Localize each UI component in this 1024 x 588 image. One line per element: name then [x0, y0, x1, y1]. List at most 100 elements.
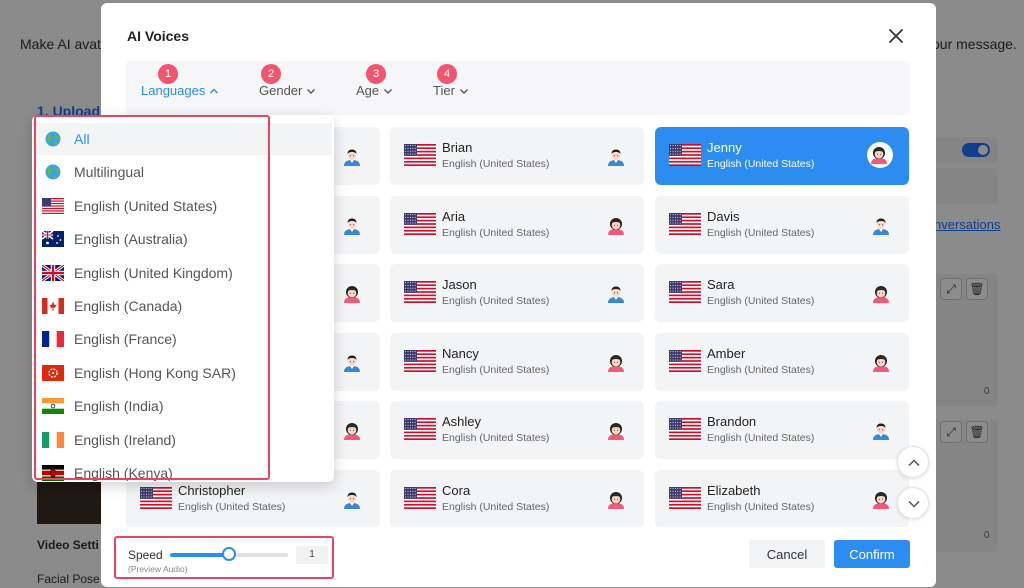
- scroll-down-button[interactable]: [897, 487, 929, 519]
- female-avatar-icon: [604, 350, 628, 374]
- flag-hk-icon: [42, 364, 64, 381]
- male-avatar-icon: [869, 418, 893, 442]
- voice-name: Jenny: [707, 140, 742, 155]
- chevron-up-icon: [908, 459, 920, 467]
- voice-card-jenny[interactable]: Jenny English (United States): [655, 127, 909, 185]
- language-option[interactable]: English (Australia): [34, 223, 332, 255]
- flag-uk-icon: [41, 263, 65, 282]
- speed-slider[interactable]: [170, 547, 288, 561]
- voice-card-aria[interactable]: Aria English (United States): [390, 196, 644, 254]
- voice-name: Sara: [707, 277, 735, 292]
- language-option-label: English (Kenya): [74, 465, 173, 481]
- voice-language: English (United States): [442, 158, 550, 170]
- female-avatar-icon: [604, 418, 628, 442]
- male-avatar-icon: [340, 144, 364, 168]
- female-avatar-icon: [604, 487, 628, 511]
- chevron-down-icon: [307, 88, 316, 94]
- speed-label: Speed: [128, 548, 163, 562]
- language-option-label: English (United States): [74, 197, 218, 214]
- flag-us-icon: [404, 487, 436, 509]
- close-icon: [889, 29, 903, 43]
- step-badge-4: 4: [437, 64, 457, 84]
- language-option[interactable]: English (India): [34, 390, 332, 422]
- voice-card-nancy[interactable]: Nancy English (United States): [390, 333, 644, 391]
- globe-icon: [42, 164, 64, 180]
- step-badge-3: 3: [366, 64, 386, 84]
- step-badge-2: 2: [261, 64, 281, 84]
- close-button[interactable]: [885, 25, 907, 47]
- filter-gender[interactable]: Gender: [259, 83, 316, 98]
- flag-fr-icon: [42, 331, 64, 348]
- language-option-label: English (Australia): [74, 231, 188, 248]
- chevron-down-icon: [459, 88, 468, 94]
- flag-us-icon: [669, 418, 701, 440]
- voice-card-amber[interactable]: Amber English (United States): [655, 333, 909, 391]
- language-option-label: English (Ireland): [74, 431, 176, 448]
- language-option[interactable]: English (Canada): [34, 290, 332, 322]
- voice-name: Davis: [707, 209, 740, 224]
- globe-icon: [42, 131, 64, 147]
- voice-card-elizabeth[interactable]: Elizabeth English (United States): [655, 470, 909, 527]
- language-option[interactable]: English (United States): [34, 190, 332, 222]
- voice-card-cora[interactable]: Cora English (United States): [390, 470, 644, 527]
- filter-gender-label: Gender: [259, 83, 303, 98]
- flag-in-icon: [42, 398, 64, 415]
- language-option[interactable]: English (Hong Kong SAR): [34, 357, 332, 389]
- voice-card-sara[interactable]: Sara English (United States): [655, 264, 909, 322]
- voice-card-davis[interactable]: Davis English (United States): [655, 196, 909, 254]
- flag-us-icon: [42, 197, 64, 214]
- speed-slider-handle[interactable]: [222, 547, 236, 561]
- filter-languages[interactable]: Languages: [141, 83, 219, 98]
- filter-tier[interactable]: Tier: [433, 83, 469, 98]
- male-avatar-icon: [869, 213, 893, 237]
- female-avatar-icon: [869, 487, 893, 511]
- speed-value[interactable]: 1: [296, 546, 328, 564]
- modal-title: AI Voices: [127, 28, 189, 44]
- voice-name: Amber: [707, 346, 746, 361]
- flag-us-icon: [669, 350, 701, 372]
- chevron-down-icon: [908, 500, 920, 508]
- voice-name: Aria: [442, 209, 466, 224]
- speed-sublabel: (Preview Audio): [128, 564, 188, 574]
- language-option-label: English (India): [74, 398, 164, 415]
- female-avatar-icon: [604, 213, 628, 237]
- voice-card-ashley[interactable]: Ashley English (United States): [390, 401, 644, 459]
- chevron-down-icon: [384, 88, 393, 94]
- voice-language: English (United States): [178, 501, 286, 513]
- speed-control: Speed (Preview Audio) 1: [114, 536, 334, 579]
- flag-us-icon: [669, 281, 701, 303]
- female-avatar-icon: [340, 281, 364, 305]
- voice-name: Brian: [442, 140, 473, 155]
- male-avatar-icon: [604, 144, 628, 168]
- language-option[interactable]: All: [34, 123, 332, 155]
- flag-us-icon: [669, 144, 701, 166]
- cancel-button[interactable]: Cancel: [749, 540, 825, 568]
- flag-ie-icon: [42, 431, 64, 448]
- language-option-label: All: [74, 131, 90, 147]
- female-avatar-icon: [869, 350, 893, 374]
- flag-us-icon: [404, 350, 436, 372]
- confirm-button[interactable]: Confirm: [834, 540, 910, 568]
- voice-card-jason[interactable]: Jason English (United States): [390, 264, 644, 322]
- language-option[interactable]: Multilingual: [34, 156, 332, 188]
- voice-name: Christopher: [178, 483, 246, 498]
- filter-tier-label: Tier: [433, 83, 455, 98]
- voice-card-brian[interactable]: Brian English (United States): [390, 127, 644, 185]
- voice-language: English (United States): [707, 295, 815, 307]
- speed-slider-fill: [170, 553, 229, 557]
- language-option[interactable]: English (France): [34, 323, 332, 355]
- male-avatar-icon: [604, 281, 628, 305]
- male-avatar-icon: [340, 350, 364, 374]
- flag-us-icon: [404, 213, 436, 235]
- scroll-up-button[interactable]: [897, 446, 929, 478]
- language-option[interactable]: English (United Kingdom): [34, 257, 332, 289]
- language-option[interactable]: English (Kenya): [34, 457, 332, 482]
- female-avatar-icon: [869, 281, 893, 305]
- language-option[interactable]: English (Ireland): [34, 424, 332, 456]
- flag-us-icon: [669, 487, 701, 509]
- voice-name: Elizabeth: [707, 483, 761, 498]
- flag-au-icon: [41, 230, 64, 248]
- filter-age[interactable]: Age: [356, 83, 393, 98]
- voice-card-brandon[interactable]: Brandon English (United States): [655, 401, 909, 459]
- language-option-label: English (France): [74, 331, 177, 348]
